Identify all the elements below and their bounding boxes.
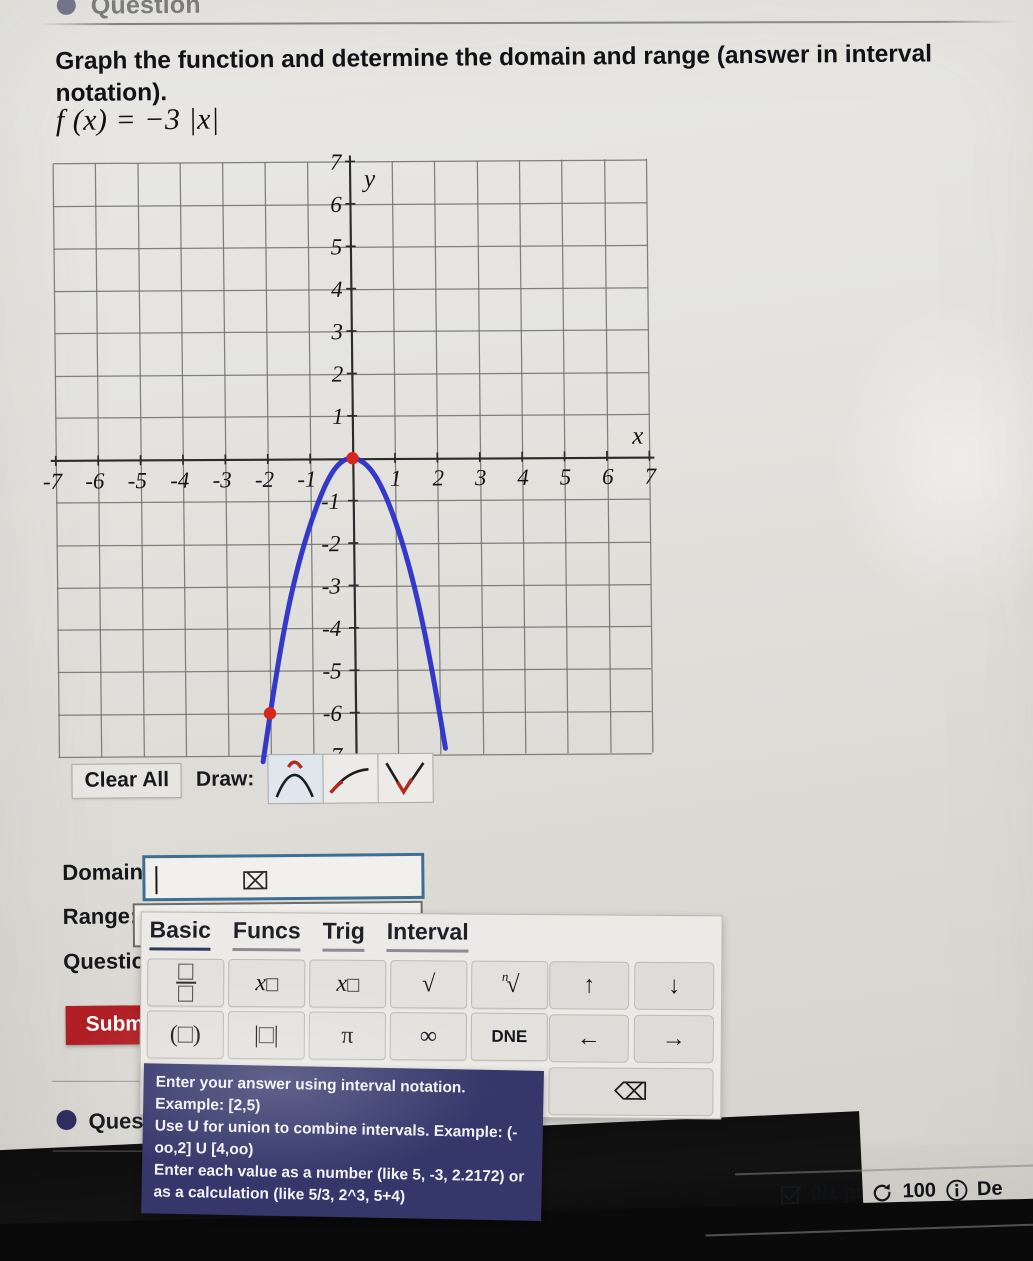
checkbox-icon bbox=[780, 1184, 802, 1206]
y-tick--5: -5 bbox=[322, 658, 341, 683]
page-content: Question Graph the function and determin… bbox=[0, 0, 1033, 1261]
x-tick--6: -6 bbox=[85, 468, 105, 493]
absolute-value-icon bbox=[378, 754, 430, 800]
key-arrow-left[interactable]: ← bbox=[549, 1014, 629, 1063]
x-tick--2: -2 bbox=[255, 467, 274, 492]
x-tick--7: -7 bbox=[43, 469, 64, 494]
key-pi[interactable]: π bbox=[309, 1011, 386, 1060]
tooltip-line-3: Use U for union to combine intervals. Ex… bbox=[154, 1116, 531, 1167]
question-bullet bbox=[56, 1110, 76, 1130]
math-keyboard-nav: ↑ ↓ ← → ⌫ bbox=[548, 961, 714, 1116]
formula-rhs: −3 |x| bbox=[144, 103, 220, 137]
key-absolute-value[interactable]: | | bbox=[228, 1011, 305, 1060]
y-tick-1: 1 bbox=[332, 404, 344, 429]
key-backspace[interactable]: ⌫ bbox=[548, 1067, 713, 1116]
x-tick-6: 6 bbox=[602, 464, 614, 489]
key-arrow-right[interactable]: → bbox=[634, 1015, 714, 1064]
y-tick-2: 2 bbox=[332, 362, 344, 387]
top-question-bullet bbox=[57, 0, 76, 15]
retry-icon[interactable] bbox=[871, 1181, 894, 1204]
y-tick-6: 6 bbox=[330, 192, 342, 217]
key-nth-root[interactable]: n √ bbox=[471, 961, 548, 1010]
x-tick-4: 4 bbox=[517, 465, 529, 490]
x-tick--1: -1 bbox=[297, 467, 316, 492]
y-tick--3: -3 bbox=[322, 574, 341, 599]
draw-tool-group bbox=[268, 753, 433, 804]
x-tick-2: 2 bbox=[432, 465, 444, 490]
tab-interval[interactable]: Interval bbox=[387, 918, 469, 953]
key-dne[interactable]: DNE bbox=[471, 1013, 548, 1062]
status-divider-upper bbox=[735, 1164, 1033, 1175]
key-superscript[interactable]: x bbox=[228, 959, 305, 1008]
text-caret bbox=[155, 866, 157, 894]
key-sqrt[interactable]: √ bbox=[390, 960, 467, 1009]
y-tick-4: 4 bbox=[331, 277, 343, 302]
tooltip-line-4: Enter each value as a number (like 5, -3… bbox=[153, 1160, 530, 1211]
domain-input[interactable]: ⌧ bbox=[142, 853, 424, 901]
math-keyboard-keys: x x √ n √ () | | π ∞ DNE bbox=[147, 958, 549, 1061]
x-tick-3: 3 bbox=[474, 465, 487, 490]
y-tick-7: 7 bbox=[330, 150, 343, 175]
tab-basic[interactable]: Basic bbox=[149, 916, 211, 950]
key-fraction[interactable] bbox=[147, 958, 224, 1007]
top-divider bbox=[39, 21, 1017, 26]
points-badge: 0/1 pt bbox=[810, 1181, 863, 1205]
top-question-label: Question bbox=[91, 0, 201, 21]
status-divider-lower bbox=[706, 1223, 1033, 1236]
y-tick--2: -2 bbox=[321, 531, 340, 556]
x-tick--5: -5 bbox=[128, 468, 147, 493]
key-subscript[interactable]: x bbox=[309, 960, 386, 1009]
y-tick--4: -4 bbox=[322, 616, 341, 641]
y-tick-5: 5 bbox=[331, 234, 343, 259]
page-title: Graph the function and determine the dom… bbox=[55, 38, 1006, 110]
status-bar: 0/1 pt 100 De bbox=[780, 1178, 1003, 1207]
x-tick-5: 5 bbox=[560, 464, 572, 489]
formula-lhs: f (x) = bbox=[56, 103, 137, 137]
tool-curve-button[interactable] bbox=[322, 753, 378, 803]
x-axis-label: x bbox=[631, 423, 643, 450]
y-tick-3: 3 bbox=[330, 319, 343, 344]
tab-funcs[interactable]: Funcs bbox=[233, 917, 301, 951]
attempts-count: 100 bbox=[902, 1179, 936, 1203]
key-parentheses[interactable]: () bbox=[147, 1010, 224, 1059]
y-tick--6: -6 bbox=[323, 701, 343, 726]
domain-label: Domain: bbox=[62, 859, 150, 886]
draw-toolbar: Clear All Draw: bbox=[71, 753, 433, 806]
vertex-point[interactable] bbox=[346, 452, 359, 465]
tab-trig[interactable]: Trig bbox=[323, 918, 365, 952]
x-tick--4: -4 bbox=[170, 468, 189, 493]
key-infinity[interactable]: ∞ bbox=[390, 1012, 467, 1061]
y-axis-label: y bbox=[361, 166, 376, 193]
function-formula: f (x) = −3 |x| bbox=[56, 103, 220, 138]
x-tick--3: -3 bbox=[212, 467, 231, 492]
clear-all-button[interactable]: Clear All bbox=[71, 762, 182, 798]
x-tick-7: 7 bbox=[644, 464, 657, 489]
graph-canvas[interactable]: -7 -6 -5 -4 -3 -2 -1 1 2 3 4 5 6 7 7 6 5 4 3 2 1 -1 -2 -3 -4 -5 -6… bbox=[36, 139, 681, 775]
parabola-icon bbox=[268, 755, 320, 801]
curve-icon bbox=[323, 754, 375, 800]
screenshot-root: Question Graph the function and determin… bbox=[0, 0, 1033, 1261]
x-tick-1: 1 bbox=[390, 466, 402, 491]
range-label: Range: bbox=[63, 903, 138, 930]
ibeam-cursor-icon: ⌧ bbox=[241, 867, 269, 896]
control-point[interactable] bbox=[264, 707, 277, 720]
tool-parabola-button[interactable] bbox=[267, 754, 323, 804]
draw-label: Draw: bbox=[196, 767, 255, 792]
key-arrow-down[interactable]: ↓ bbox=[634, 962, 714, 1011]
math-keyboard-tabs: Basic Funcs Trig Interval bbox=[149, 916, 468, 952]
info-icon[interactable] bbox=[945, 1179, 969, 1203]
key-arrow-up[interactable]: ↑ bbox=[549, 961, 629, 1010]
tool-absolute-value-button[interactable] bbox=[377, 753, 433, 803]
details-link[interactable]: De bbox=[977, 1178, 1003, 1202]
interval-notation-tooltip: Enter your answer using interval notatio… bbox=[141, 1063, 544, 1221]
graph-svg[interactable]: -7 -6 -5 -4 -3 -2 -1 1 2 3 4 5 6 77654321-1-2-3-4-5-6… bbox=[36, 139, 681, 775]
